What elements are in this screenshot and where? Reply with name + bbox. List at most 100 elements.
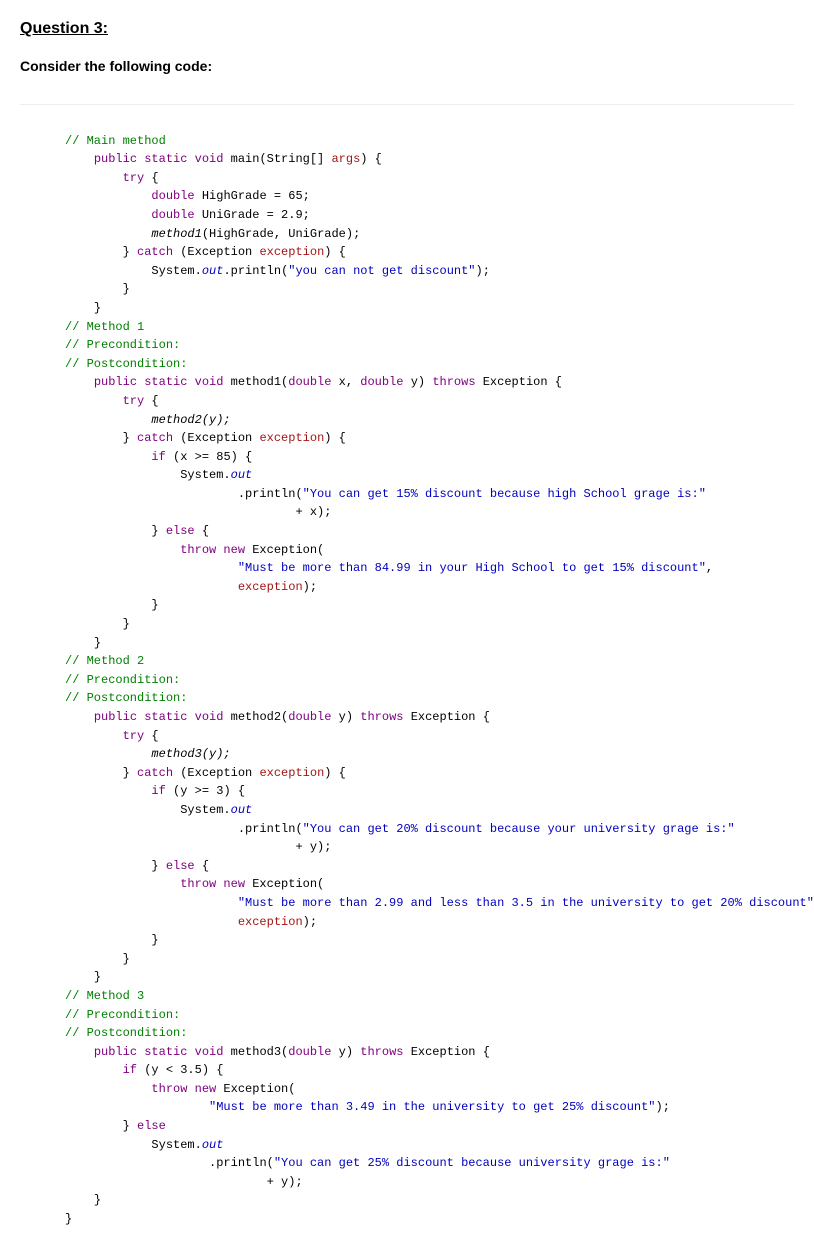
string: "you can not get discount" (288, 264, 475, 278)
txt: { (195, 859, 209, 873)
brace: } (65, 1212, 72, 1226)
kw-thrownew: throw new (180, 543, 245, 557)
txt: ) { (360, 152, 382, 166)
kw-if: if (151, 784, 165, 798)
comment: // Method 1 (65, 320, 144, 334)
txt: ) { (324, 431, 346, 445)
txt: ); (303, 580, 317, 594)
comment: // Precondition: (65, 673, 180, 687)
field-out: out (231, 468, 253, 482)
brace: } (123, 952, 130, 966)
txt: Exception( (245, 877, 324, 891)
kw-if: if (123, 1063, 137, 1077)
field-out: out (231, 803, 253, 817)
string: "Must be more than 3.49 in the universit… (209, 1100, 655, 1114)
txt: } (123, 1119, 137, 1133)
kw: double (360, 375, 403, 389)
kw: public static void (94, 710, 224, 724)
txt: + x); (295, 505, 331, 519)
txt: Exception( (216, 1082, 295, 1096)
txt: , (706, 561, 713, 575)
comment: // Precondition: (65, 338, 180, 352)
txt: Exception { (404, 710, 490, 724)
txt: method3( (223, 1045, 288, 1059)
call: method3(y); (151, 747, 230, 761)
param: exception (238, 580, 303, 594)
comment: // Method 3 (65, 989, 144, 1003)
kw-double: double (151, 208, 194, 222)
txt: System. (151, 1138, 201, 1152)
txt: Exception { (476, 375, 562, 389)
brace: } (94, 970, 101, 984)
txt: { (144, 729, 158, 743)
kw-else: else (137, 1119, 166, 1133)
brace: } (123, 617, 130, 631)
txt: { (144, 171, 158, 185)
txt: ); (656, 1100, 670, 1114)
kw-thrownew: throw new (180, 877, 245, 891)
call: method1 (151, 227, 201, 241)
kw: public static void (94, 152, 224, 166)
txt: Exception { (404, 1045, 490, 1059)
kw: throws (360, 1045, 403, 1059)
txt: y) (331, 1045, 360, 1059)
kw-if: if (151, 450, 165, 464)
txt: .println( (209, 1156, 274, 1170)
kw-try: try (123, 729, 145, 743)
txt: .println( (238, 822, 303, 836)
kw: throws (360, 710, 403, 724)
txt: System. (180, 803, 230, 817)
field-out: out (202, 264, 224, 278)
brace: } (94, 1193, 101, 1207)
txt: + y); (295, 840, 331, 854)
txt: HighGrade = 65; (195, 189, 310, 203)
question-prompt: Consider the following code: (20, 58, 794, 74)
txt: .println( (238, 487, 303, 501)
txt: (HighGrade, UniGrade); (202, 227, 360, 241)
txt: { (195, 524, 209, 538)
string: "You can get 15% discount because high S… (303, 487, 706, 501)
txt: } (123, 431, 137, 445)
txt: (y >= 3) { (166, 784, 245, 798)
kw: throws (432, 375, 475, 389)
txt: ) { (324, 766, 346, 780)
txt: System. (151, 264, 201, 278)
brace: } (151, 933, 158, 947)
txt: } (123, 245, 137, 259)
txt: UniGrade = 2.9; (195, 208, 310, 222)
txt: } (123, 766, 137, 780)
txt: } (151, 859, 165, 873)
txt: (Exception (173, 766, 259, 780)
brace: } (94, 301, 101, 315)
kw-try: try (123, 171, 145, 185)
brace: } (123, 282, 130, 296)
comment-main: // Main method (65, 134, 166, 148)
brace: } (94, 636, 101, 650)
txt: ); (476, 264, 490, 278)
txt: method2( (223, 710, 288, 724)
txt: method1( (223, 375, 288, 389)
txt: main(String[] (223, 152, 331, 166)
code-block: // Main method public static void main(S… (20, 104, 794, 1229)
comment: // Precondition: (65, 1008, 180, 1022)
kw: double (288, 710, 331, 724)
comment: // Method 2 (65, 654, 144, 668)
kw-catch: catch (137, 245, 173, 259)
txt: { (144, 394, 158, 408)
string: "You can get 25% discount because univer… (274, 1156, 670, 1170)
txt: .println( (223, 264, 288, 278)
kw: public static void (94, 375, 224, 389)
txt: (x >= 85) { (166, 450, 252, 464)
question-title: Question 3: (20, 20, 794, 38)
kw-catch: catch (137, 766, 173, 780)
txt: y) (404, 375, 433, 389)
kw-thrownew: throw new (151, 1082, 216, 1096)
txt: (Exception (173, 431, 259, 445)
param: exception (259, 245, 324, 259)
param: exception (259, 431, 324, 445)
txt: y) (331, 710, 360, 724)
kw-try: try (123, 394, 145, 408)
kw-else: else (166, 859, 195, 873)
string: "You can get 20% discount because your u… (303, 822, 735, 836)
kw-double: double (151, 189, 194, 203)
